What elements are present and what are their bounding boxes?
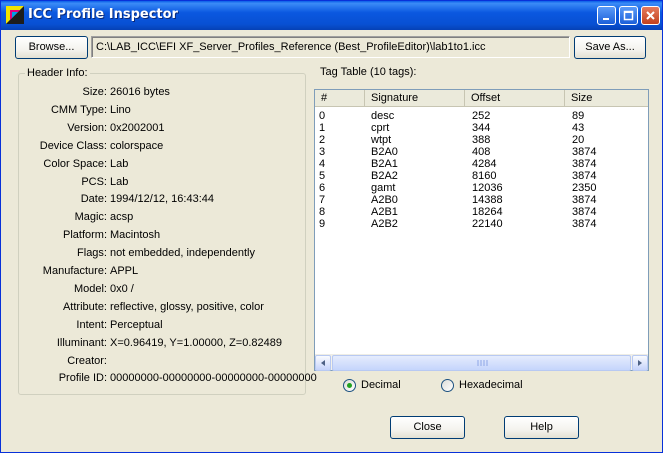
header-info-group: Header Info: Size: 26016 bytes CMM Type: Li… xyxy=(18,67,317,395)
header-info-key: Model: xyxy=(73,282,107,295)
header-info-key: Intent: xyxy=(76,318,107,331)
header-info-key: Date: xyxy=(80,193,107,206)
header-info-value: Macintosh xyxy=(110,229,161,242)
close-button[interactable]: Close xyxy=(390,416,465,439)
header-info-row: Device Class: colorspace xyxy=(19,140,309,158)
header-info-key: Color Space: xyxy=(43,157,107,170)
file-path-field[interactable]: C:\LAB_ICC\EFI XF_Server_Profiles_Refere… xyxy=(91,36,570,58)
header-info-row: Profile ID: 00000000-00000000-00000000-00… xyxy=(19,372,317,390)
hexadecimal-radio[interactable] xyxy=(441,379,454,392)
header-info-value: 26016 bytes xyxy=(110,86,170,98)
minimize-button[interactable] xyxy=(597,6,616,25)
header-info-key: CMM Type: xyxy=(50,103,107,116)
header-info-value: acsp xyxy=(110,211,134,224)
decimal-radio-label[interactable]: Decimal xyxy=(361,379,401,391)
maximize-button[interactable] xyxy=(619,6,638,25)
title-bar[interactable]: ICC Profile Inspector xyxy=(1,1,662,30)
decimal-radio[interactable] xyxy=(343,379,356,392)
header-info-key: Profile ID: xyxy=(58,372,107,385)
browse-button[interactable]: Browse... xyxy=(15,36,88,59)
header-info-key: Magic: xyxy=(74,211,107,224)
column-header-size[interactable]: Size xyxy=(565,90,648,107)
tag-table-header: # Signature Offset Size xyxy=(315,90,648,107)
header-info-value: X=0.96419, Y=1.00000, Z=0.82489 xyxy=(110,336,282,349)
window-title: ICC Profile Inspector xyxy=(28,7,178,22)
hexadecimal-radio-label[interactable]: Hexadecimal xyxy=(459,379,523,391)
tag-table-list[interactable]: # Signature Offset Size 0 desc 252 89 1 cprt 3… xyxy=(314,89,649,371)
app-window: ICC Profile Inspector Browse... C:\LAB_I… xyxy=(0,0,663,453)
scrollbar-thumb[interactable] xyxy=(332,355,631,371)
header-info-row: Intent: Perceptual xyxy=(19,319,309,337)
help-button[interactable]: Help xyxy=(504,416,579,439)
column-header-signature[interactable]: Signature xyxy=(365,90,465,107)
header-info-key: PCS: xyxy=(81,175,107,188)
header-info-row: Attribute: reflective, glossy, positive, … xyxy=(19,301,309,319)
header-info-row: Date: 1994/12/12, 16:43:44 xyxy=(19,193,309,211)
header-info-key: Manufacture: xyxy=(42,265,107,277)
chevron-left-icon xyxy=(321,360,325,366)
cell-offset: 22140 xyxy=(472,218,503,230)
header-info-row: Platform: Macintosh xyxy=(19,229,309,247)
column-header-offset[interactable]: Offset xyxy=(465,90,565,107)
maximize-icon xyxy=(623,10,634,21)
header-info-key: Size: xyxy=(82,86,107,98)
header-info-value: Lino xyxy=(110,103,131,116)
header-info-key: Attribute: xyxy=(62,300,107,313)
header-info-value: 00000000-00000000-00000000-00000000 xyxy=(110,372,317,385)
header-info-key: Creator: xyxy=(67,354,107,367)
header-info-row: Manufacture: APPL xyxy=(19,265,309,283)
minimize-icon xyxy=(603,18,609,20)
header-info-row: Creator: xyxy=(19,355,309,373)
header-info-row: Size: 26016 bytes xyxy=(19,86,309,104)
header-info-row: PCS: Lab xyxy=(19,176,309,194)
header-info-row: CMM Type: Lino xyxy=(19,104,309,122)
scroll-left-button[interactable] xyxy=(315,355,331,371)
header-info-key: Version: xyxy=(67,121,107,134)
save-as-button[interactable]: Save As... xyxy=(574,36,646,59)
header-info-row: Illuminant: X=0.96419, Y=1.00000, Z=0.824… xyxy=(19,337,309,355)
column-header-number[interactable]: # xyxy=(315,90,365,107)
tag-table-label: Tag Table (10 tags): xyxy=(318,66,419,78)
close-icon xyxy=(646,11,655,20)
header-info-label: Header Info: xyxy=(25,67,90,79)
header-info-row: Version: 0x2002001 xyxy=(19,122,309,140)
header-info-key: Illuminant: xyxy=(56,336,107,349)
header-info-key: Flags: xyxy=(77,247,107,260)
chevron-right-icon xyxy=(638,360,642,366)
header-info-value: 0x0 / xyxy=(110,282,134,295)
header-info-value: Lab xyxy=(110,175,129,188)
header-info-value: 0x2002001 xyxy=(110,121,165,134)
header-info-value: colorspace xyxy=(110,139,164,152)
scroll-right-button[interactable] xyxy=(632,355,648,371)
close-window-button[interactable] xyxy=(641,6,660,25)
header-info-value: Perceptual xyxy=(110,318,163,331)
cell-size: 3874 xyxy=(572,218,597,230)
horizontal-scrollbar[interactable] xyxy=(315,354,648,371)
header-info-row: Model: 0x0 / xyxy=(19,283,309,301)
color-wheel-icon xyxy=(6,6,24,24)
grip-icon xyxy=(477,360,488,366)
header-info-row: Magic: acsp xyxy=(19,211,309,229)
header-info-value: 1994/12/12, 16:43:44 xyxy=(110,193,214,206)
header-info-value: Lab xyxy=(110,157,129,170)
header-info-value: reflective, glossy, positive, color xyxy=(110,300,264,313)
table-row[interactable]: 9 A2B2 22140 3874 xyxy=(315,218,648,231)
header-info-key: Platform: xyxy=(62,229,107,242)
cell-signature: A2B2 xyxy=(371,218,398,230)
header-info-row: Flags: not embedded, independently xyxy=(19,247,309,265)
header-info-key: Device Class: xyxy=(39,139,107,152)
header-info-value: APPL xyxy=(110,265,139,277)
cell-number: 9 xyxy=(319,218,326,230)
header-info-value: not embedded, independently xyxy=(110,247,255,260)
header-info-row: Color Space: Lab xyxy=(19,158,309,176)
